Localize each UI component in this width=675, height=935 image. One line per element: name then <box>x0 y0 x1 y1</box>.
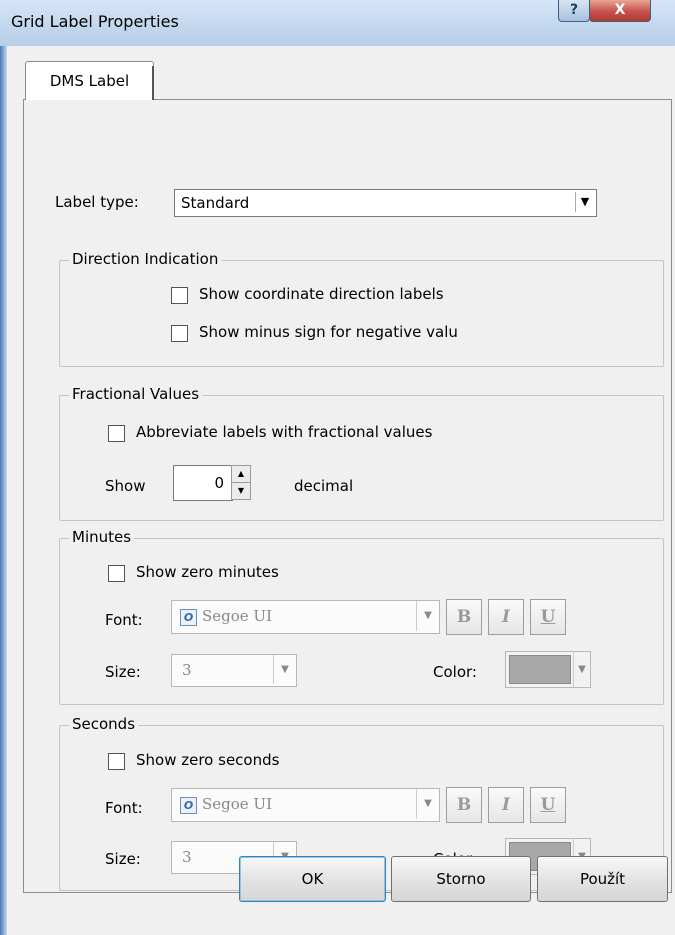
seconds-size-value: 3 <box>182 848 192 866</box>
cancel-button[interactable]: Storno <box>391 856 531 902</box>
show-zero-seconds-label: Show zero seconds <box>136 751 280 769</box>
minutes-font-value: Segoe UI <box>202 607 272 625</box>
minutes-font-select[interactable]: O Segoe UI ▼ <box>171 600 440 634</box>
chevron-down-icon[interactable]: ▼ <box>416 789 439 819</box>
decimal-places-value: 0 <box>214 474 224 492</box>
seconds-underline-button[interactable]: U <box>530 787 566 823</box>
tab-panel: Label type: Standard ▼ Direction Indicat… <box>23 99 672 893</box>
seconds-group-title: Seconds <box>69 715 139 733</box>
chevron-down-icon[interactable]: ▼ <box>573 652 590 687</box>
label-type-select[interactable]: Standard ▼ <box>174 189 597 217</box>
direction-group: Direction Indication Show coordinate dir… <box>59 250 664 367</box>
seconds-italic-button[interactable]: I <box>488 787 524 823</box>
dialog-body: DMS Label Label type: Standard ▼ Directi… <box>7 46 675 935</box>
minutes-group-title: Minutes <box>69 528 135 546</box>
close-button[interactable]: X <box>589 0 651 22</box>
chevron-down-icon[interactable]: ▼ <box>416 601 439 631</box>
minutes-size-value: 3 <box>182 661 192 679</box>
label-type-label: Label type: <box>55 193 139 211</box>
show-minus-sign-checkbox[interactable] <box>171 325 188 342</box>
abbreviate-label: Abbreviate labels with fractional values <box>136 423 433 441</box>
fractional-group-title: Fractional Values <box>69 385 203 403</box>
decimal-label: decimal <box>294 477 354 495</box>
show-minus-sign-label: Show minus sign for negative valu <box>199 323 458 341</box>
tab-dms-label[interactable]: DMS Label <box>25 61 154 100</box>
minutes-color-picker[interactable]: ▼ <box>505 651 591 688</box>
show-coordinate-labels-checkbox[interactable] <box>171 287 188 304</box>
label-type-value: Standard <box>181 194 250 212</box>
help-button[interactable]: ? <box>558 0 590 22</box>
show-coordinate-labels-label: Show coordinate direction labels <box>199 285 444 303</box>
seconds-font-value: Segoe UI <box>202 795 272 813</box>
chevron-down-icon[interactable]: ▼ <box>575 192 594 212</box>
seconds-bold-button[interactable]: B <box>446 787 482 823</box>
minutes-underline-button[interactable]: U <box>530 599 566 635</box>
direction-group-title: Direction Indication <box>69 250 222 268</box>
minutes-bold-button[interactable]: B <box>446 599 482 635</box>
decimal-places-stepper[interactable]: 0 <box>173 465 233 501</box>
minutes-font-label: Font: <box>105 611 143 629</box>
minutes-color-label: Color: <box>433 663 477 681</box>
abbreviate-checkbox[interactable] <box>108 425 125 442</box>
seconds-font-select[interactable]: O Segoe UI ▼ <box>171 788 440 822</box>
minutes-size-select[interactable]: 3 ▼ <box>171 654 297 687</box>
show-zero-minutes-checkbox[interactable] <box>108 565 125 582</box>
font-type-icon: O <box>180 609 197 626</box>
apply-button[interactable]: Použít <box>537 856 668 902</box>
show-label: Show <box>105 477 146 495</box>
font-type-icon: O <box>180 797 197 814</box>
show-zero-minutes-label: Show zero minutes <box>136 563 279 581</box>
ok-button[interactable]: OK <box>239 856 386 902</box>
seconds-size-label: Size: <box>105 850 141 868</box>
color-swatch <box>509 655 571 684</box>
spin-down-icon[interactable]: ▼ <box>231 482 251 500</box>
fractional-group: Fractional Values Abbreviate labels with… <box>59 385 664 521</box>
window-edge <box>0 46 7 935</box>
chevron-down-icon[interactable]: ▼ <box>273 655 296 684</box>
spin-up-icon[interactable]: ▲ <box>231 465 251 483</box>
show-zero-seconds-checkbox[interactable] <box>108 753 125 770</box>
window-title: Grid Label Properties <box>11 12 179 31</box>
minutes-italic-button[interactable]: I <box>488 599 524 635</box>
title-bar: Grid Label Properties ? X <box>0 0 675 47</box>
minutes-size-label: Size: <box>105 663 141 681</box>
seconds-font-label: Font: <box>105 799 143 817</box>
